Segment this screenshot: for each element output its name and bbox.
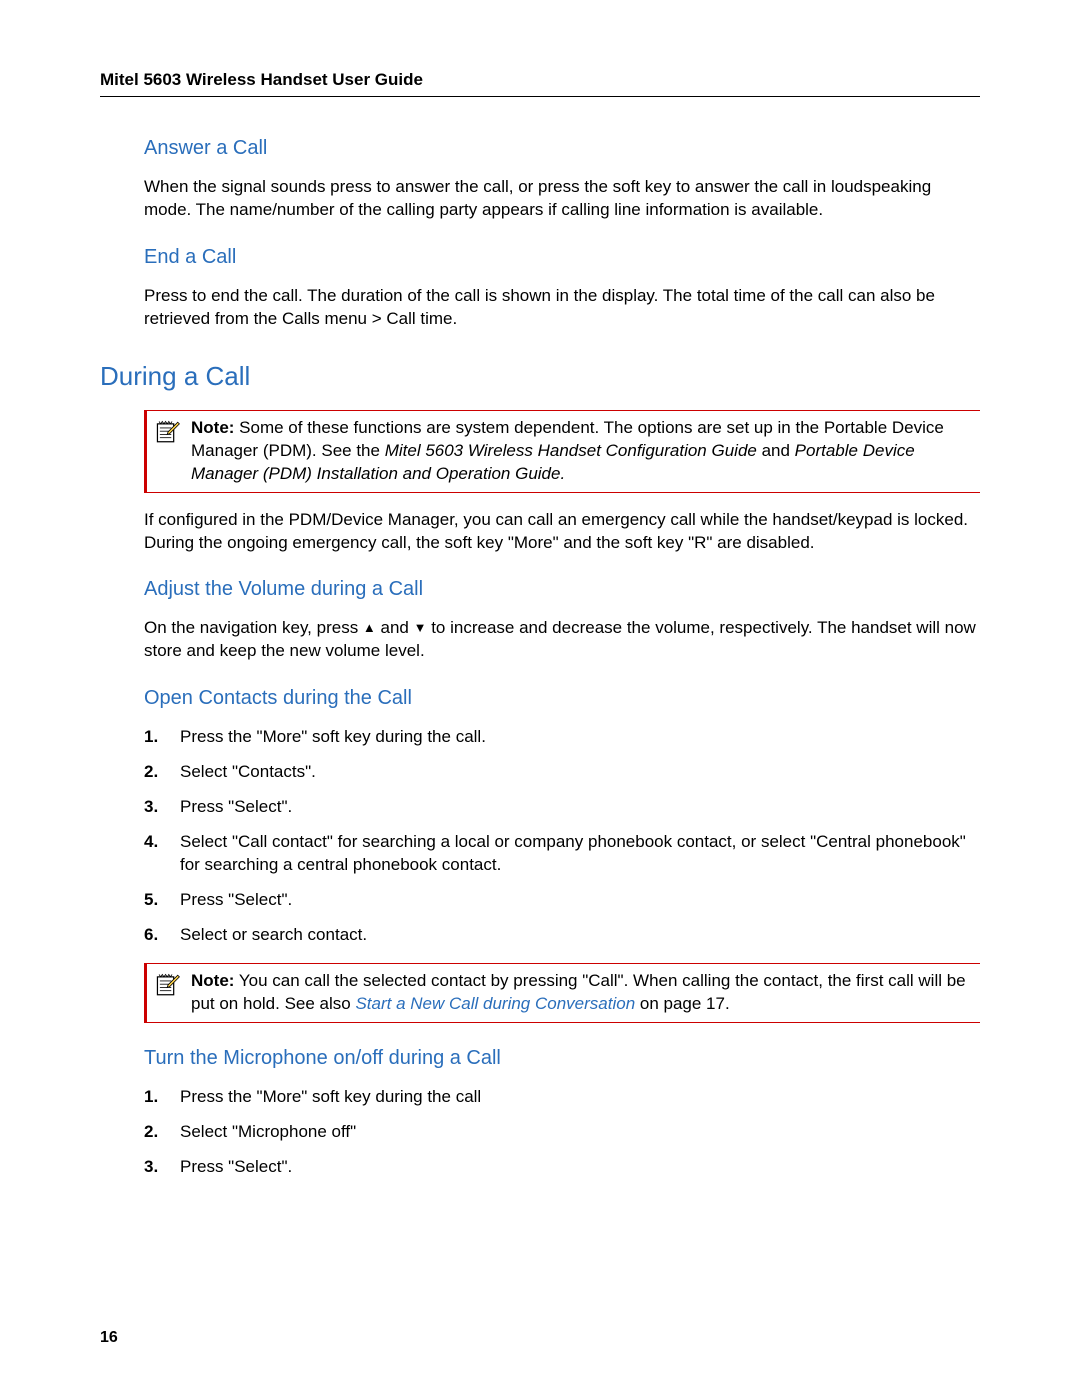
heading-turn-mic: Turn the Microphone on/off during a Call [144,1047,980,1070]
running-header: Mitel 5603 Wireless Handset User Guide [100,70,980,97]
steps-open-contacts: Press the "More" soft key during the cal… [144,726,980,947]
note-icon [155,419,181,445]
vol-mid: and [376,618,414,637]
content-area: Answer a Call When the signal sounds pre… [100,137,980,1179]
vol-pre: On the navigation key, press [144,618,363,637]
list-item: Press "Select". [144,796,980,819]
list-item: Press "Select". [144,889,980,912]
down-arrow-icon: ▼ [414,620,427,635]
list-item: Select "Call contact" for searching a lo… [144,831,980,877]
note-box-contacts: Note: You can call the selected contact … [144,963,980,1023]
note-label: Note: [191,971,234,990]
heading-during-call: During a Call [100,361,980,392]
heading-open-contacts: Open Contacts during the Call [144,687,980,710]
para-adjust-volume: On the navigation key, press ▲ and ▼ to … [144,617,980,663]
note-text-during: Note: Some of these functions are system… [191,417,972,486]
page-number: 16 [100,1329,118,1347]
para-during-call: If configured in the PDM/Device Manager,… [144,509,980,555]
page: Mitel 5603 Wireless Handset User Guide A… [0,0,1080,1397]
list-item: Select "Microphone off" [144,1121,980,1144]
heading-adjust-volume: Adjust the Volume during a Call [144,578,980,601]
note-label: Note: [191,418,234,437]
note-text-contacts: Note: You can call the selected contact … [191,970,972,1016]
para-end-call: Press to end the call. The duration of t… [144,285,980,331]
list-item: Press "Select". [144,1156,980,1179]
note-part2: and [757,441,795,460]
cross-ref-link[interactable]: Start a New Call during Conversation [355,994,635,1013]
note-box-during: Note: Some of these functions are system… [144,410,980,493]
note-part2: on page 17. [635,994,730,1013]
note-icon [155,972,181,998]
list-item: Press the "More" soft key during the cal… [144,1086,980,1109]
list-item: Press the "More" soft key during the cal… [144,726,980,749]
list-item: Select or search contact. [144,924,980,947]
steps-turn-mic: Press the "More" soft key during the cal… [144,1086,980,1179]
heading-end-call: End a Call [144,246,980,269]
para-answer-call: When the signal sounds press to answer t… [144,176,980,222]
heading-answer-call: Answer a Call [144,137,980,160]
up-arrow-icon: ▲ [363,620,376,635]
note-doc-ref-1: Mitel 5603 Wireless Handset Configuratio… [385,441,757,460]
list-item: Select "Contacts". [144,761,980,784]
